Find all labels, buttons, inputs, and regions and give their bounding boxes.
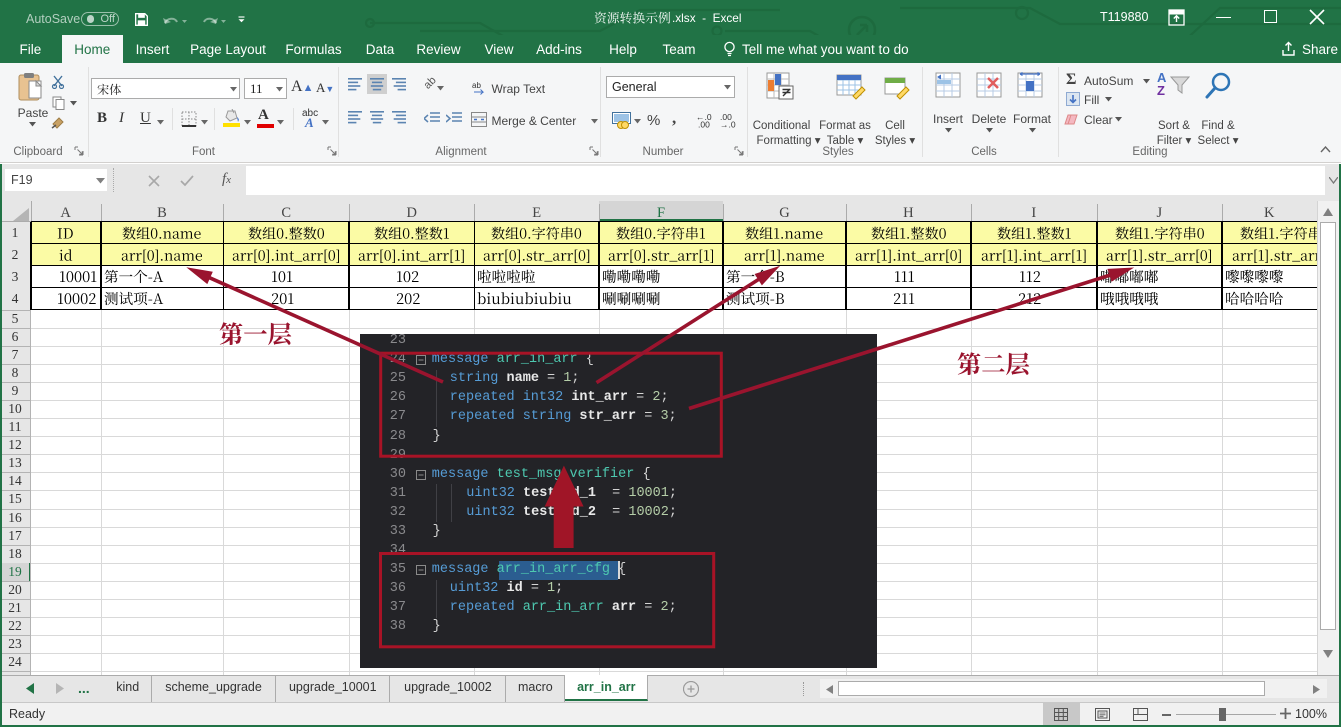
svg-text:ab: ab xyxy=(472,81,481,90)
svg-text:.00: .00 xyxy=(698,120,710,129)
